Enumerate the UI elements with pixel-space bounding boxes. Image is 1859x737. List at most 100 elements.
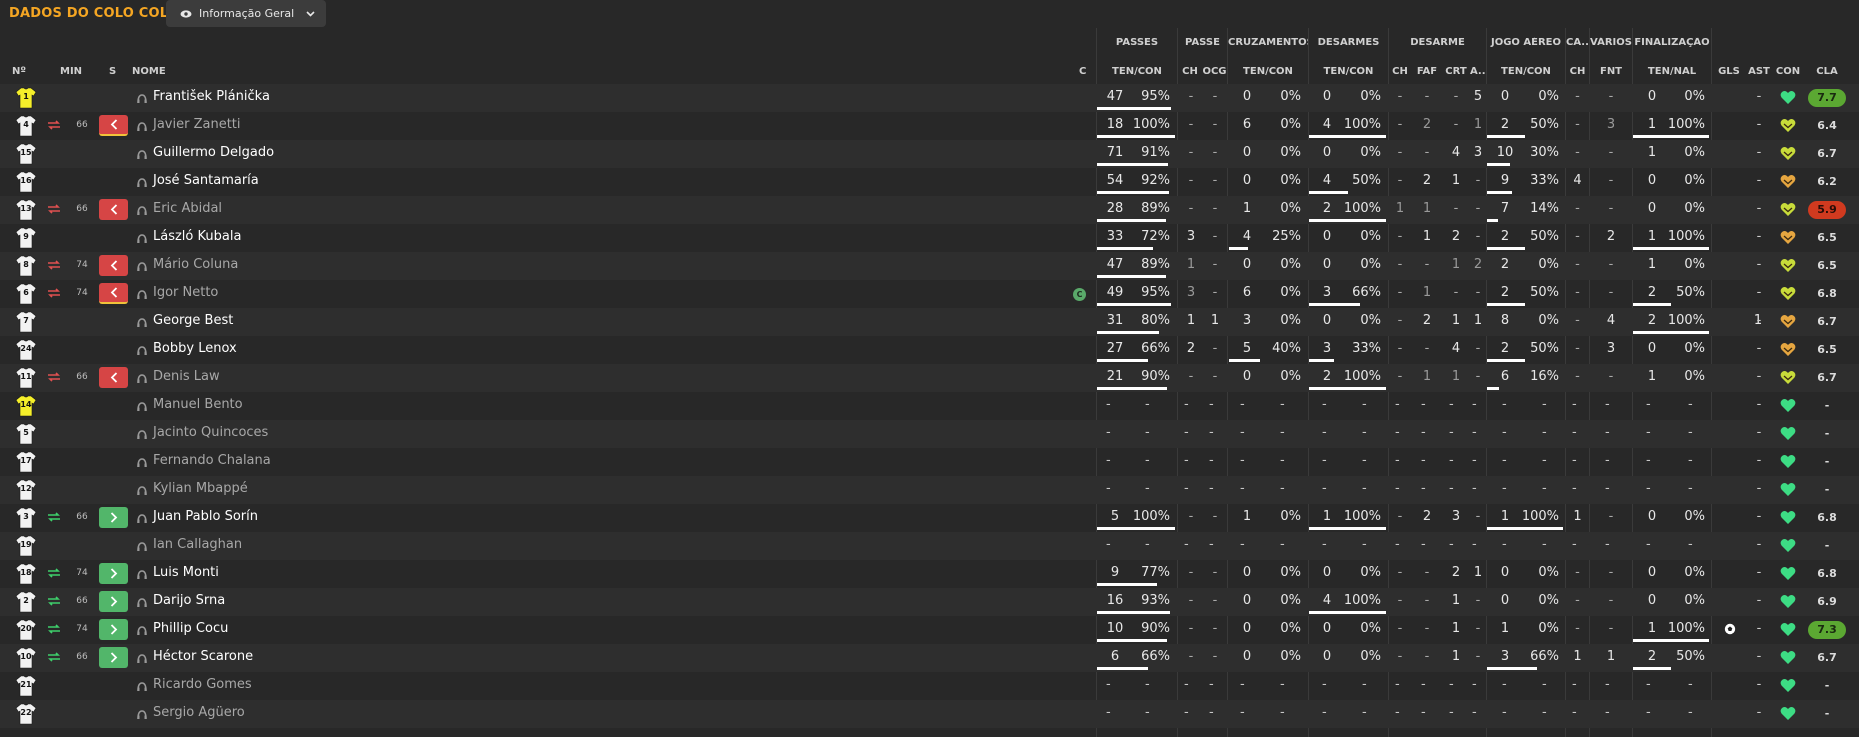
player-name[interactable]: Javier Zanetti (153, 117, 241, 132)
stat-success-rate: 100% (1521, 509, 1559, 524)
player-name[interactable]: Mário Coluna (153, 257, 238, 272)
table-row[interactable]: 13 66 Eric Abidal 28 89% 1 0% 2 100% 7 14% 0 0% - - 1 1 -… (0, 196, 1859, 224)
table-row[interactable]: 20 74 Phillip Cocu 10 90% 0 0% 0 0% 1 0% 1 100% - - - -1… (0, 616, 1859, 644)
table-row[interactable]: 22 Sergio Agüero - - - - - - - - - - - - - - - - - - - - (0, 700, 1859, 728)
stat-attempts: 18 (1106, 117, 1124, 132)
stat-success-rate: 0% (1538, 257, 1559, 272)
headset-icon (137, 597, 147, 612)
stat-attempts: 7 (1500, 201, 1510, 216)
col-header-fin-ten-nal[interactable]: TEN/NAL (1633, 66, 1711, 77)
col-header-s[interactable]: S (109, 66, 116, 77)
stat-cach: 1 (1573, 509, 1582, 524)
table-row[interactable]: 6 74 Igor Netto C 49 95% 6 0% 3 66% 2 50% 2 50% 3 - - 1 - -… (0, 280, 1859, 308)
player-name[interactable]: František Plánička (153, 89, 270, 104)
player-name[interactable]: Ricardo Gomes (153, 677, 252, 692)
col-header-passe-ocg[interactable]: OCG (1202, 66, 1227, 77)
player-name[interactable]: Jacinto Quincoces (153, 425, 268, 440)
subbed-in-button[interactable] (99, 591, 128, 612)
empty-stat: - (1646, 677, 1651, 692)
table-row[interactable]: 4 66 Javier Zanetti 18 100% 6 0% 4 100% 2 50% 1 100%… (0, 112, 1859, 140)
table-row[interactable]: 18 74 Luis Monti 9 77% 0 0% 0 0% 0 0% 0 0% - - - - 2 1 - - - 6… (0, 560, 1859, 588)
player-name[interactable]: Denis Law (153, 369, 220, 384)
player-name[interactable]: Héctor Scarone (153, 649, 253, 664)
player-name[interactable]: Igor Netto (153, 285, 218, 300)
col-header-ast[interactable]: AST (1746, 66, 1772, 77)
player-name[interactable]: Luis Monti (153, 565, 219, 580)
player-name[interactable]: Bobby Lenox (153, 341, 237, 356)
stat-cach: 1 (1573, 649, 1582, 664)
subbed-out-button[interactable] (99, 199, 128, 220)
table-row[interactable]: 12 Kylian Mbappé - - - - - - - - - - - - - - - - - - - - (0, 476, 1859, 504)
table-row[interactable]: 2 66 Darijo Srna 16 93% 0 0% 4 100% 0 0% 0 0% - - - -1- -… (0, 588, 1859, 616)
player-name[interactable]: Ian Callaghan (153, 537, 242, 552)
col-header-gls[interactable]: GLS (1716, 66, 1742, 77)
subbed-in-button[interactable] (99, 507, 128, 528)
player-name[interactable]: Sergio Agüero (153, 705, 245, 720)
col-header-cruz-ten-con[interactable]: TEN/CON (1228, 66, 1308, 77)
table-row[interactable]: 9 László Kubala 33 72% 4 25% 0 0% 2 50% 1 100% 3 - - 1 2… (0, 224, 1859, 252)
subbed-out-button[interactable] (99, 283, 128, 304)
col-header-varios-fnt[interactable]: FNT (1590, 66, 1632, 77)
player-name[interactable]: Kylian Mbappé (153, 481, 248, 496)
subbed-in-button[interactable] (99, 563, 128, 584)
player-name[interactable]: László Kubala (153, 229, 241, 244)
subbed-out-button[interactable] (99, 367, 128, 388)
subbed-in-button[interactable] (99, 647, 128, 668)
table-row[interactable]: 17 Fernando Chalana - - - - - - - - - - - - - - - - - - - - (0, 448, 1859, 476)
condition-heart-icon (1780, 230, 1796, 249)
player-name[interactable]: Manuel Bento (153, 397, 243, 412)
player-name[interactable]: José Santamaría (153, 173, 259, 188)
col-header-desarme-faf[interactable]: FAF (1412, 66, 1442, 77)
stat-success-rate: 0% (1684, 145, 1705, 160)
col-header-min[interactable]: MIN (60, 66, 82, 77)
table-row[interactable]: 14 Manuel Bento - - - - - - - - - - - - - - - - - - - - (0, 392, 1859, 420)
player-name[interactable]: George Best (153, 313, 233, 328)
empty-stat: - (1605, 397, 1610, 412)
stat-da: - (1475, 621, 1481, 636)
table-row[interactable]: 3 66 Juan Pablo Sorín 5 100% 1 0% 1 100% 1 100% 0 0%… (0, 504, 1859, 532)
table-row[interactable]: 1 František Plánička 47 95% 0 0% 0 0% 0 0% 0 0% - - - -… (0, 84, 1859, 112)
table-row[interactable]: 24 Bobby Lenox 27 66% 5 40% 3 33% 2 50% 0 0% 2- - -4- -… (0, 336, 1859, 364)
stat-attempts: 0 (1242, 621, 1252, 636)
col-header-con[interactable]: CON (1774, 66, 1802, 77)
subbed-out-button[interactable] (99, 115, 128, 136)
table-row[interactable]: 21 Ricardo Gomes - - - - - - - - - - - - - - - - - - - - (0, 672, 1859, 700)
stat-pocg: - (1212, 173, 1218, 188)
table-row[interactable]: 5 Jacinto Quincoces - - - - - - - - - - - - - - - - - - - - (0, 420, 1859, 448)
col-header-aereo-ten-con[interactable]: TEN/CON (1487, 66, 1565, 77)
empty-stat: - (1449, 481, 1454, 496)
player-name[interactable]: Guillermo Delgado (153, 145, 274, 160)
shirt-icon: 11 (15, 367, 37, 393)
table-row[interactable]: 19 Ian Callaghan - - - - - - - - - - - - - - - - - - - - (0, 532, 1859, 560)
table-row[interactable]: 7 George Best 31 80% 3 0% 0 0% 8 0% 2 100% 1 1-2 1 1-4 1… (0, 308, 1859, 336)
player-name[interactable]: Juan Pablo Sorín (153, 509, 258, 524)
table-row[interactable]: 16 José Santamaría 54 92% 0 0% 4 50% 9 33% 0 0% - - - 2… (0, 168, 1859, 196)
col-header-desarmes-ten-con[interactable]: TEN/CON (1309, 66, 1388, 77)
col-header-desarme-crt[interactable]: CRT (1442, 66, 1470, 77)
player-name[interactable]: Fernando Chalana (153, 453, 271, 468)
table-row[interactable]: 10 66 Héctor Scarone 6 66% 0 0% 0 0% 3 66% 2 50% - - - -… (0, 644, 1859, 672)
table-row[interactable]: 11 66 Denis Law 21 90% 0 0% 2 100% 6 16% 1 0% - - -1 1- -… (0, 364, 1859, 392)
stat-success-rate: 50% (1530, 341, 1559, 356)
col-header-desarme-a[interactable]: A... (1470, 66, 1486, 77)
player-name[interactable]: Darijo Srna (153, 593, 225, 608)
table-row[interactable]: 15 Guillermo Delgado 71 91% 0 0% 0 0% 10 30% 1 0% - -… (0, 140, 1859, 168)
col-header-desarme-ch[interactable]: CH (1390, 66, 1410, 77)
col-header-number[interactable]: Nº (12, 66, 26, 77)
assists-value: - (1756, 257, 1762, 272)
col-header-ca-ch[interactable]: CH (1566, 66, 1589, 77)
col-header-passes-ten-con[interactable]: TEN/CON (1097, 66, 1177, 77)
view-selector-button[interactable]: Informação Geral (166, 0, 326, 27)
success-bar (1487, 303, 1525, 306)
table-row[interactable]: 8 74 Mário Coluna 47 89% 0 0% 0 0% 2 0% 1 0% 1- - -1 2- -… (0, 252, 1859, 280)
col-header-name[interactable]: NOME (132, 66, 166, 77)
shirt-icon: 22 (15, 703, 37, 729)
subbed-in-button[interactable] (99, 619, 128, 640)
col-header-c[interactable]: C (1079, 66, 1086, 77)
stat-success-rate: 0% (1538, 313, 1559, 328)
player-name[interactable]: Phillip Cocu (153, 621, 228, 636)
subbed-out-button[interactable] (99, 255, 128, 276)
col-header-passe-ch[interactable]: CH (1179, 66, 1201, 77)
player-name[interactable]: Eric Abidal (153, 201, 222, 216)
col-header-cla[interactable]: CLA (1812, 66, 1842, 77)
